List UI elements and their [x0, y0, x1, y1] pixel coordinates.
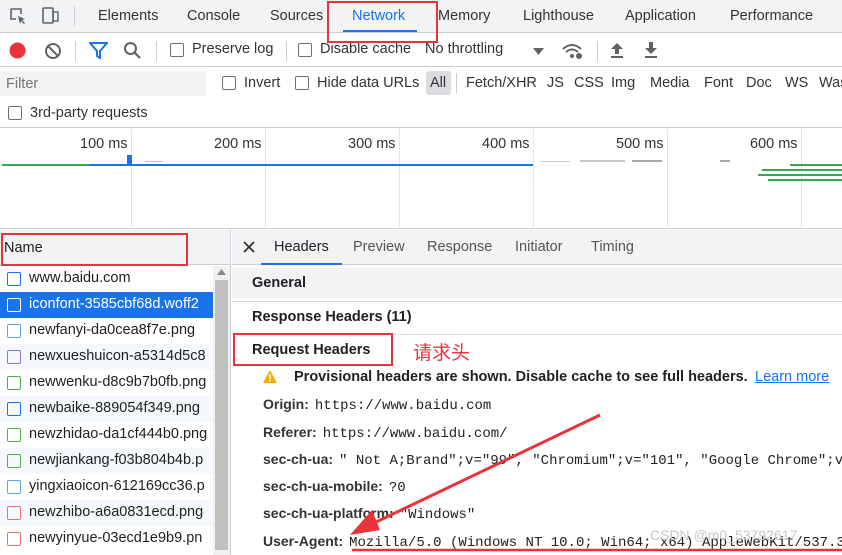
watermark: CSDN @m0_53792617	[650, 527, 798, 543]
annotation-arrow	[350, 413, 842, 552]
